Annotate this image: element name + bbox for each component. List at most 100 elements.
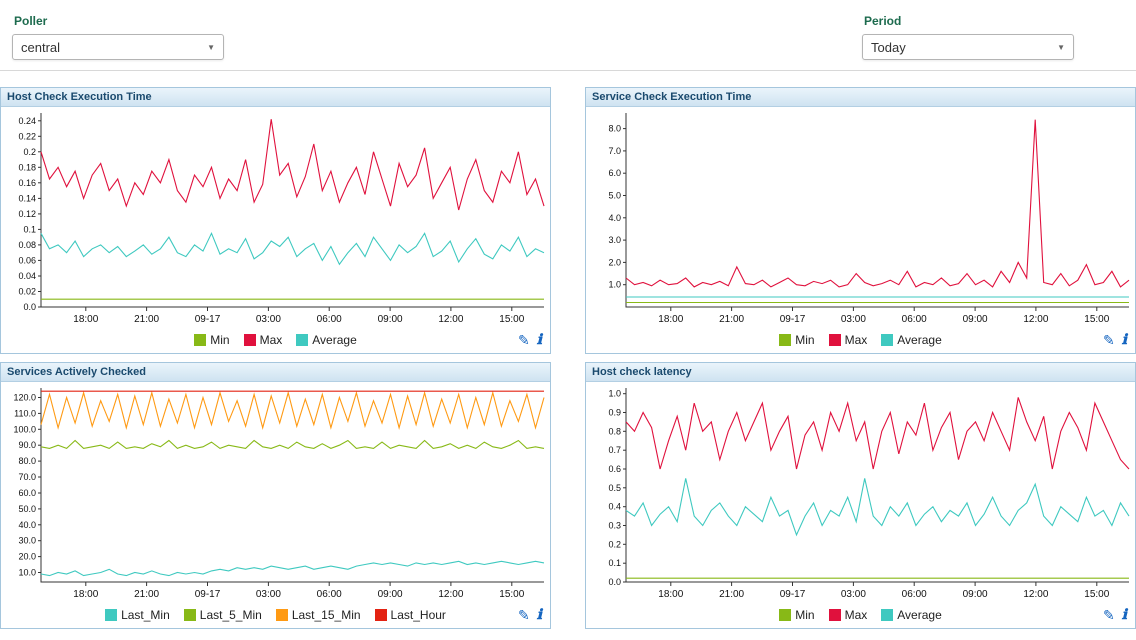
svg-text:09:00: 09:00 — [963, 314, 988, 325]
svg-text:40.0: 40.0 — [18, 520, 36, 530]
chart-legend: Min Max Average — [194, 333, 357, 347]
legend-swatch — [779, 609, 791, 621]
svg-text:0.02: 0.02 — [18, 287, 36, 297]
legend-item[interactable]: Max — [829, 333, 868, 347]
svg-text:09-17: 09-17 — [195, 314, 221, 325]
svg-text:120.0: 120.0 — [13, 393, 36, 403]
legend-label: Average — [312, 333, 356, 347]
legend-label: Last_5_Min — [200, 608, 262, 622]
info-icon[interactable]: ℹ — [537, 333, 542, 347]
svg-text:15:00: 15:00 — [499, 314, 524, 325]
legend-item[interactable]: Average — [296, 333, 356, 347]
svg-text:20.0: 20.0 — [18, 552, 36, 562]
edit-icon[interactable]: ✎ — [1103, 608, 1115, 622]
info-icon[interactable]: ℹ — [1122, 333, 1127, 347]
svg-text:8.0: 8.0 — [608, 124, 621, 134]
svg-text:0.2: 0.2 — [608, 539, 621, 549]
svg-text:7.0: 7.0 — [608, 146, 621, 156]
chart-panel-host-check-execution-time: Host Check Execution Time 0.0 0.02 0.04 0.0… — [0, 87, 551, 354]
legend-swatch — [375, 609, 387, 621]
legend-item[interactable]: Last_5_Min — [184, 608, 262, 622]
period-filter: Period Today ▼ — [862, 12, 1074, 60]
svg-text:0.3: 0.3 — [608, 521, 621, 531]
edit-icon[interactable]: ✎ — [1103, 333, 1115, 347]
svg-text:70.0: 70.0 — [18, 472, 36, 482]
legend-item[interactable]: Min — [779, 333, 814, 347]
period-select[interactable]: Today ▼ — [862, 34, 1074, 60]
poller-filter: Poller central ▼ — [12, 12, 224, 60]
panel-icons: ✎ ℹ — [518, 333, 542, 347]
svg-text:1.0: 1.0 — [608, 389, 621, 399]
svg-text:60.0: 60.0 — [18, 488, 36, 498]
svg-text:0.08: 0.08 — [18, 240, 36, 250]
legend-swatch — [829, 334, 841, 346]
svg-text:0.0: 0.0 — [23, 302, 36, 312]
legend-item[interactable]: Last_Hour — [375, 608, 446, 622]
legend-item[interactable]: Average — [881, 608, 941, 622]
panel-title: Services Actively Checked — [1, 363, 550, 382]
period-label: Period — [864, 14, 1074, 28]
filter-bar: Poller central ▼ Period Today ▼ — [0, 0, 1136, 71]
svg-text:12:00: 12:00 — [438, 314, 463, 325]
line-chart-services-actively-checked[interactable]: 10.020.030.040.050.060.070.080.090.0100.… — [1, 382, 550, 602]
legend-label: Average — [897, 608, 941, 622]
chevron-down-icon: ▼ — [1057, 43, 1065, 52]
svg-text:0.1: 0.1 — [23, 224, 36, 234]
svg-text:0.18: 0.18 — [18, 162, 36, 172]
info-icon[interactable]: ℹ — [1122, 608, 1127, 622]
legend-label: Last_Hour — [391, 608, 446, 622]
legend-item[interactable]: Max — [829, 608, 868, 622]
svg-text:21:00: 21:00 — [134, 314, 159, 325]
panel-title: Host Check Execution Time — [1, 88, 550, 107]
svg-text:0.16: 0.16 — [18, 178, 36, 188]
svg-text:03:00: 03:00 — [256, 314, 281, 325]
legend-label: Last_Min — [121, 608, 170, 622]
panel-title: Service Check Execution Time — [586, 88, 1135, 107]
svg-text:12:00: 12:00 — [1023, 314, 1048, 325]
svg-text:0.04: 0.04 — [18, 271, 36, 281]
svg-text:03:00: 03:00 — [841, 589, 866, 600]
line-chart-host-check-latency[interactable]: 0.00.10.20.30.40.50.60.70.80.91.018:0021… — [586, 382, 1135, 602]
legend-item[interactable]: Max — [244, 333, 283, 347]
svg-text:0.22: 0.22 — [18, 131, 36, 141]
legend-item[interactable]: Min — [779, 608, 814, 622]
svg-text:100.0: 100.0 — [13, 424, 36, 434]
svg-text:110.0: 110.0 — [14, 408, 36, 418]
legend-item[interactable]: Min — [194, 333, 229, 347]
panel-footer: Min Max Average ✎ ℹ — [586, 602, 1135, 628]
svg-text:06:00: 06:00 — [317, 314, 342, 325]
info-icon[interactable]: ℹ — [537, 608, 542, 622]
legend-label: Max — [845, 608, 868, 622]
svg-text:06:00: 06:00 — [317, 589, 342, 600]
svg-text:0.9: 0.9 — [608, 408, 621, 418]
poller-select[interactable]: central ▼ — [12, 34, 224, 60]
svg-text:18:00: 18:00 — [73, 314, 98, 325]
svg-text:5.0: 5.0 — [608, 191, 621, 201]
legend-item[interactable]: Average — [881, 333, 941, 347]
chart-panel-service-check-execution-time: Service Check Execution Time 1.02.03.04.… — [585, 87, 1136, 354]
svg-text:15:00: 15:00 — [1084, 589, 1109, 600]
dashboard-grid: Host Check Execution Time 0.0 0.02 0.04 0.0… — [0, 87, 1136, 629]
panel-footer: Min Max Average ✎ ℹ — [586, 327, 1135, 353]
svg-text:09-17: 09-17 — [780, 314, 806, 325]
svg-text:0.24: 0.24 — [18, 116, 36, 126]
legend-item[interactable]: Last_Min — [105, 608, 170, 622]
period-selected-value: Today — [871, 40, 906, 55]
poller-selected-value: central — [21, 40, 60, 55]
legend-label: Min — [795, 608, 814, 622]
legend-swatch — [184, 609, 196, 621]
svg-text:0.06: 0.06 — [18, 255, 36, 265]
edit-icon[interactable]: ✎ — [518, 333, 530, 347]
legend-item[interactable]: Last_15_Min — [276, 608, 361, 622]
line-chart-host-check-execution-time[interactable]: 0.00.020.040.060.080.10.120.140.160.180.… — [1, 107, 550, 327]
legend-swatch — [296, 334, 308, 346]
svg-text:06:00: 06:00 — [902, 589, 927, 600]
svg-text:30.0: 30.0 — [18, 536, 36, 546]
svg-text:0.8: 0.8 — [608, 426, 621, 436]
panel-icons: ✎ ℹ — [518, 608, 542, 622]
line-chart-service-check-execution-time[interactable]: 1.02.03.04.05.06.07.08.018:0021:0009-170… — [586, 107, 1135, 327]
legend-swatch — [829, 609, 841, 621]
svg-text:21:00: 21:00 — [719, 314, 744, 325]
legend-label: Last_15_Min — [292, 608, 361, 622]
edit-icon[interactable]: ✎ — [518, 608, 530, 622]
